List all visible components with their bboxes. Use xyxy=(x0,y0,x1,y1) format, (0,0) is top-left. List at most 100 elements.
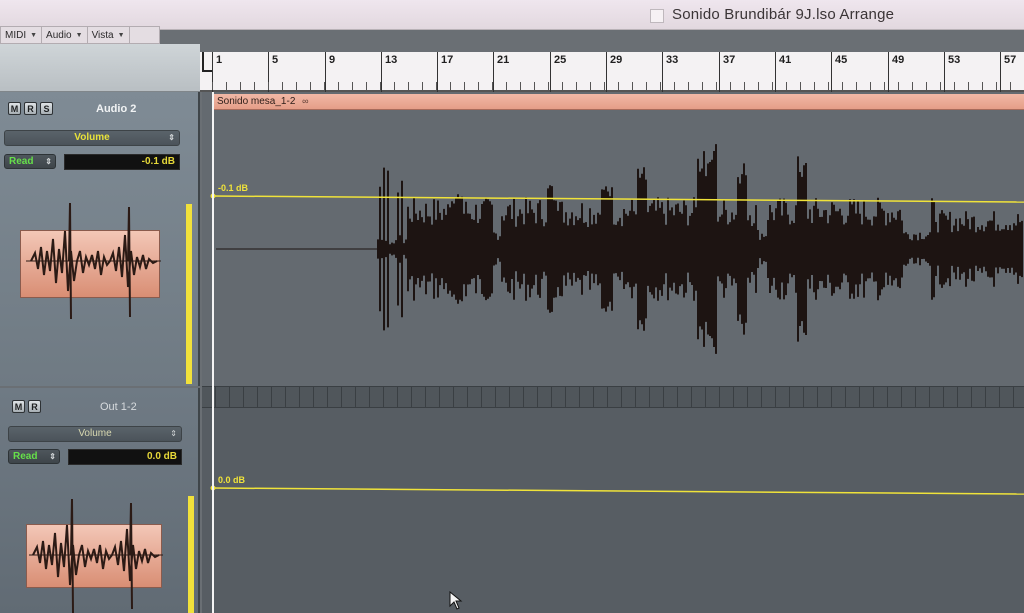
ruler-bar-number: 33 xyxy=(666,54,679,66)
menu-midi[interactable]: MIDI ▼ xyxy=(1,27,43,43)
ruler-tick xyxy=(688,82,689,90)
ruler-tick xyxy=(478,82,479,90)
ruler-tick xyxy=(534,82,535,90)
track-lane-audio-2[interactable]: Sonido mesa_1-2 ∞ -0.1 dB xyxy=(202,92,1024,386)
mute-button[interactable]: M xyxy=(12,400,25,413)
ruler-bar-number: 1 xyxy=(216,54,223,66)
ruler-tick xyxy=(702,82,703,90)
automation-mode-select[interactable]: Read ⇕ xyxy=(4,154,56,169)
ruler-tick xyxy=(310,82,311,90)
ruler-bar: 49 xyxy=(888,52,904,92)
playhead[interactable] xyxy=(212,92,214,613)
automation-parameter-select[interactable]: Volume ⇕ xyxy=(4,130,180,146)
ruler-bar: 21 xyxy=(493,52,509,92)
automation-parameter-label: Volume xyxy=(78,428,112,439)
select-arrows-icon: ⇕ xyxy=(49,452,56,461)
automation-mode-select[interactable]: Read ⇕ xyxy=(8,449,60,464)
ruler-tick xyxy=(758,82,759,90)
bar-ruler[interactable]: 1 5 9 13 17 21 25 29 33 37 41 45 49 53 5… xyxy=(200,52,1024,92)
arrange-area[interactable]: Sonido mesa_1-2 ∞ -0.1 dB 0.0 dB xyxy=(202,92,1024,613)
ruler-tick xyxy=(660,82,661,90)
ruler-tick xyxy=(492,82,493,90)
ruler-tick xyxy=(212,82,213,90)
ruler-bar: 33 xyxy=(662,52,678,92)
ruler-tick xyxy=(898,82,899,90)
automation-curve[interactable] xyxy=(202,92,1024,386)
select-arrows-icon: ⇕ xyxy=(168,133,175,142)
track-header-audio-2[interactable]: M R S Audio 2 Volume ⇕ Read ⇕ -0.1 dB xyxy=(0,92,200,386)
automation-label: 0.0 dB xyxy=(218,475,246,485)
track-lane-out-1-2[interactable]: 0.0 dB xyxy=(202,408,1024,613)
menu-audio-label: Audio xyxy=(46,29,72,41)
track-lane-divider xyxy=(202,386,1024,408)
ruler-tick xyxy=(772,82,773,90)
menu-vista[interactable]: Vista ▼ xyxy=(88,27,130,43)
track-list-header xyxy=(0,44,200,92)
automation-label: -0.1 dB xyxy=(218,183,249,193)
waveform-icon xyxy=(29,498,163,613)
ruler-tick xyxy=(226,82,227,90)
select-arrows-icon: ⇕ xyxy=(45,157,52,166)
menu-midi-label: MIDI xyxy=(5,29,27,41)
record-button[interactable]: R xyxy=(24,102,37,115)
ruler-tick xyxy=(842,82,843,90)
ruler-bar-number: 9 xyxy=(329,54,336,66)
automation-value-field[interactable]: -0.1 dB xyxy=(64,154,180,170)
waveform-icon xyxy=(26,202,161,320)
ruler-tick xyxy=(590,82,591,90)
solo-button[interactable]: S xyxy=(40,102,53,115)
track-icon xyxy=(20,202,161,320)
select-arrows-icon: ⇕ xyxy=(170,429,177,438)
ruler-tick xyxy=(940,82,941,90)
ruler-tick xyxy=(996,82,997,90)
ruler-bar: 53 xyxy=(944,52,960,92)
ruler-tick xyxy=(982,82,983,90)
ruler-tick xyxy=(562,82,563,90)
track-name[interactable]: Audio 2 xyxy=(96,103,136,115)
ruler-tick xyxy=(506,82,507,90)
automation-curve[interactable] xyxy=(202,408,1024,613)
automation-mode-label: Read xyxy=(9,156,34,167)
menu-audio[interactable]: Audio ▼ xyxy=(42,27,88,43)
ruler-bar: 9 xyxy=(325,52,335,92)
ruler-tick xyxy=(828,82,829,90)
document-icon xyxy=(650,9,664,23)
track-header-out-1-2[interactable]: M R Out 1-2 Volume ⇕ Read ⇕ 0.0 dB xyxy=(0,388,200,613)
ruler-bar: 57 xyxy=(1000,52,1016,92)
ruler-tick xyxy=(282,82,283,90)
ruler-tick xyxy=(618,82,619,90)
ruler-tick xyxy=(884,82,885,90)
ruler-bar-number: 57 xyxy=(1004,54,1017,66)
ruler-tick xyxy=(632,82,633,90)
ruler-tick xyxy=(338,82,339,90)
ruler-bar-number: 29 xyxy=(610,54,623,66)
ruler-tick xyxy=(450,82,451,90)
ruler-tick xyxy=(240,82,241,90)
ruler-bar-number: 21 xyxy=(497,54,510,66)
ruler-tick xyxy=(254,82,255,90)
ruler-tick xyxy=(352,82,353,90)
cycle-start-marker[interactable] xyxy=(202,52,212,72)
ruler-tick xyxy=(968,82,969,90)
ruler-tick xyxy=(604,82,605,90)
automation-mode-label: Read xyxy=(13,451,38,462)
ruler-bar-number: 25 xyxy=(554,54,567,66)
ruler-tick xyxy=(912,82,913,90)
ruler-tick xyxy=(366,82,367,90)
level-meter xyxy=(188,496,194,613)
menu-vista-label: Vista xyxy=(91,29,114,41)
ruler-tick xyxy=(800,82,801,90)
ruler-tick xyxy=(296,82,297,90)
mute-button[interactable]: M xyxy=(8,102,21,115)
window-title: Sonido Brundibár 9J.lso Arrange xyxy=(672,6,895,23)
automation-parameter-select[interactable]: Volume ⇕ xyxy=(8,426,182,442)
automation-value-field[interactable]: 0.0 dB xyxy=(68,449,182,465)
ruler-tick xyxy=(464,82,465,90)
record-button[interactable]: R xyxy=(28,400,41,413)
ruler-tick xyxy=(394,82,395,90)
ruler-bar: 41 xyxy=(775,52,791,92)
ruler-tick xyxy=(730,82,731,90)
automation-parameter-label: Volume xyxy=(74,132,110,143)
track-name[interactable]: Out 1-2 xyxy=(100,401,137,413)
ruler-bar-number: 41 xyxy=(779,54,792,66)
